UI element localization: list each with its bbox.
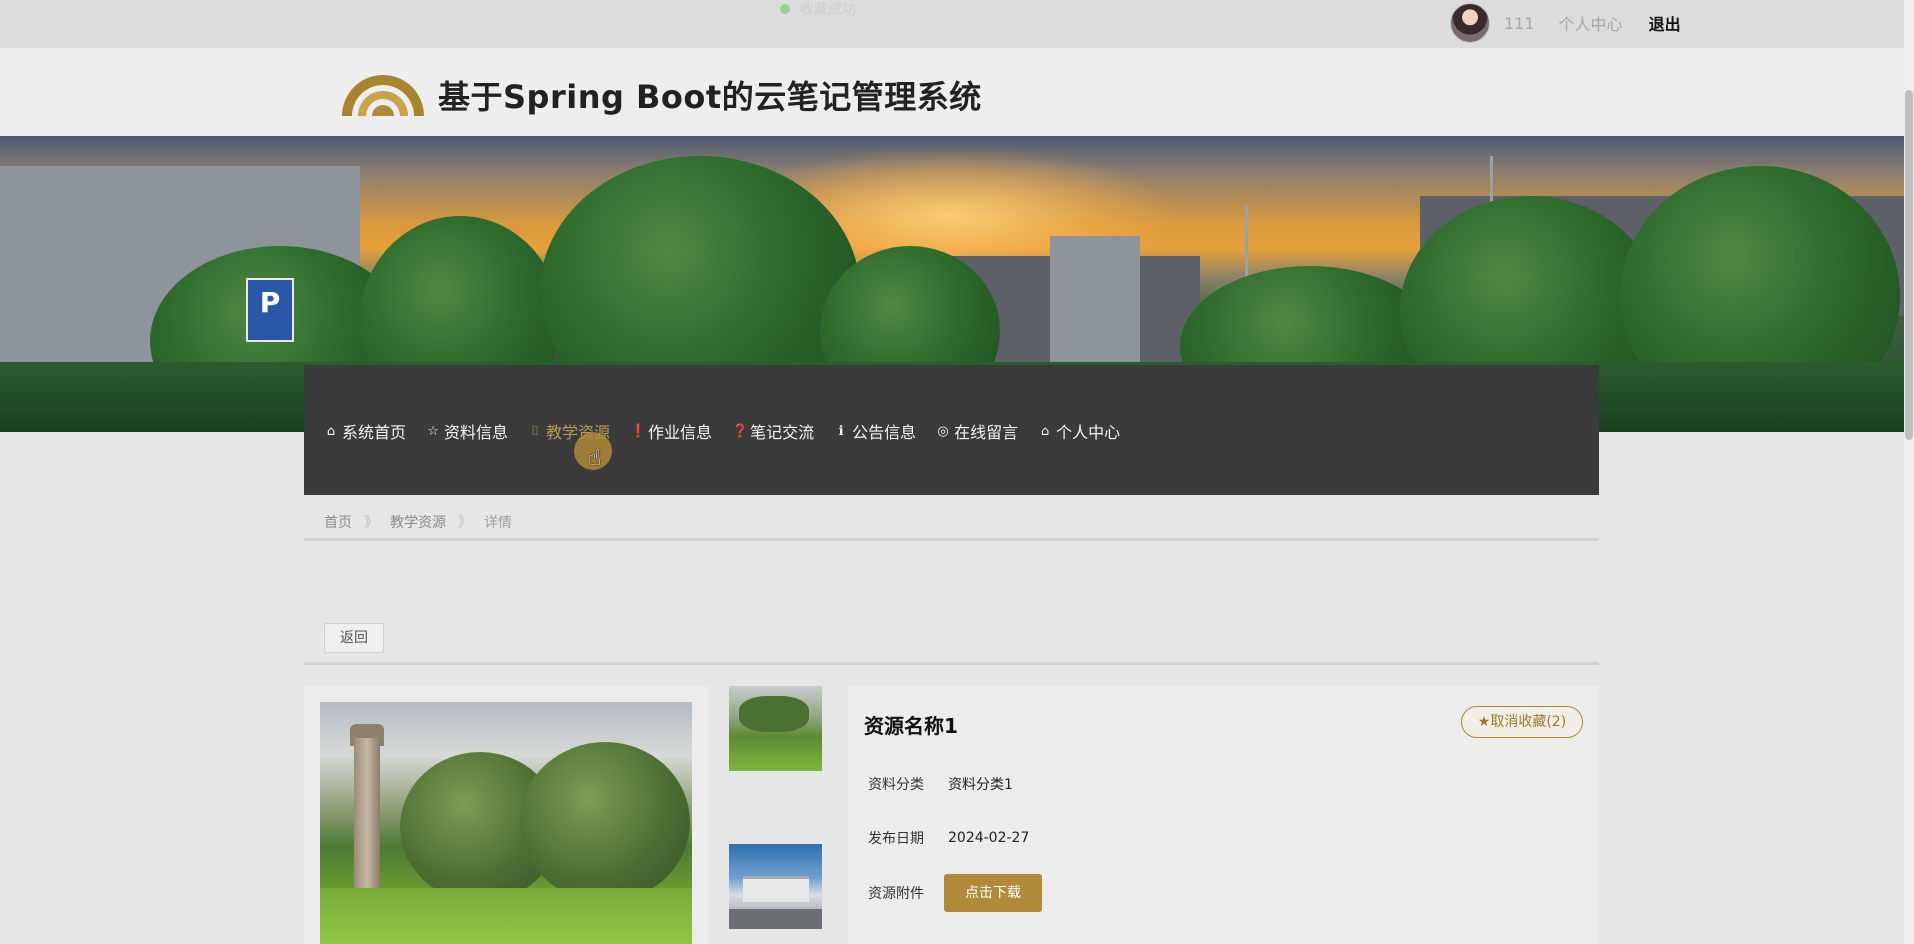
divider	[304, 538, 1599, 541]
nav-item-announcements[interactable]: ℹ 公告信息	[834, 419, 917, 443]
bag-icon: ⌷	[531, 423, 539, 439]
hand-cursor-icon: ☝	[588, 446, 602, 471]
nav-item-materials[interactable]: ☆ 资料信息	[426, 419, 508, 443]
user-area: 111 个人中心 退出	[1450, 2, 1681, 44]
avatar[interactable]	[1450, 3, 1490, 43]
nav-item-personal-center[interactable]: ⌂ 个人中心	[1038, 419, 1120, 443]
divider	[304, 662, 1599, 665]
main-resource-image	[320, 702, 692, 944]
nav-item-label: 作业信息	[648, 423, 713, 442]
nav-item-homework[interactable]: ❗ 作业信息	[630, 419, 712, 443]
home-icon: ⌂	[326, 423, 336, 439]
breadcrumb-separator: 》	[458, 515, 472, 531]
breadcrumb-separator: 》	[364, 515, 378, 531]
main-nav: ⌂ 系统首页 ☆ 资料信息 ⌷ 教学资源 ❗ 作业信息 ❓ 笔记交流 ℹ 公告信…	[304, 365, 1599, 495]
logout-link[interactable]: 退出	[1649, 11, 1681, 35]
logo-icon	[342, 75, 424, 116]
category-label: 资料分类	[868, 777, 924, 793]
success-dot-icon	[780, 4, 790, 14]
building	[1050, 236, 1140, 376]
scrollbar-thumb[interactable]	[1905, 90, 1913, 440]
nav-item-home[interactable]: ⌂ 系统首页	[324, 419, 406, 443]
breadcrumb-home[interactable]: 首页	[324, 512, 352, 532]
top-bar: 收藏成功 111 个人中心 退出	[0, 0, 1914, 48]
unfavorite-button[interactable]: ★取消收藏(2)	[1461, 706, 1583, 738]
date-value: 2024-02-27	[948, 830, 1030, 846]
date-row: 发布日期 2024-02-27	[868, 828, 1029, 848]
info-icon: ℹ	[838, 423, 844, 439]
tower	[354, 738, 380, 888]
home-icon: ⌂	[1040, 423, 1050, 439]
user-center-link[interactable]: 个人中心	[1559, 11, 1623, 35]
tree	[520, 742, 690, 902]
resource-title: 资源名称1	[864, 714, 958, 738]
attachment-row: 资源附件 点击下载	[868, 874, 1042, 912]
nav-item-label: 笔记交流	[750, 423, 815, 442]
breadcrumb: 首页 》 教学资源 》 详情	[324, 512, 512, 532]
nav-item-messages[interactable]: ◎ 在线留言	[936, 419, 1018, 443]
nav-item-label: 公告信息	[852, 423, 917, 442]
breadcrumb-section[interactable]: 教学资源	[390, 512, 446, 532]
download-button[interactable]: 点击下载	[944, 874, 1042, 912]
username: 111	[1504, 13, 1535, 33]
building	[743, 876, 809, 902]
star-icon: ☆	[427, 423, 439, 439]
nav-item-notes[interactable]: ❓ 笔记交流	[732, 419, 814, 443]
nav-item-label: 系统首页	[342, 423, 407, 442]
category-value: 资料分类1	[948, 777, 1013, 793]
tree	[739, 696, 809, 732]
lawn	[320, 888, 692, 944]
chat-icon: ◎	[937, 423, 949, 439]
nav-item-label: 个人中心	[1056, 423, 1121, 442]
attachment-label: 资源附件	[868, 886, 924, 902]
exclamation-icon: ❗	[630, 423, 647, 439]
nav-item-label: 在线留言	[954, 423, 1019, 442]
breadcrumb-current: 详情	[484, 515, 512, 531]
image-panel	[304, 686, 708, 944]
parking-sign: P	[246, 278, 294, 342]
category-row: 资料分类 资料分类1	[868, 774, 1013, 794]
question-icon: ❓	[732, 423, 749, 439]
nav-item-label: 资料信息	[444, 423, 509, 442]
scrollbar[interactable]	[1904, 0, 1914, 944]
site-title: 基于Spring Boot的云笔记管理系统	[438, 78, 982, 116]
site-header: 基于Spring Boot的云笔记管理系统	[0, 48, 1914, 136]
toast-message: 收藏成功	[780, 0, 856, 18]
toast-text: 收藏成功	[800, 2, 856, 18]
date-label: 发布日期	[868, 831, 924, 847]
back-button[interactable]: 返回	[324, 623, 384, 653]
nav-items: ⌂ 系统首页 ☆ 资料信息 ⌷ 教学资源 ❗ 作业信息 ❓ 笔记交流 ℹ 公告信…	[324, 419, 1120, 443]
ground	[729, 909, 822, 929]
thumbnail-2[interactable]	[729, 844, 822, 929]
thumbnail-1[interactable]	[729, 686, 822, 771]
